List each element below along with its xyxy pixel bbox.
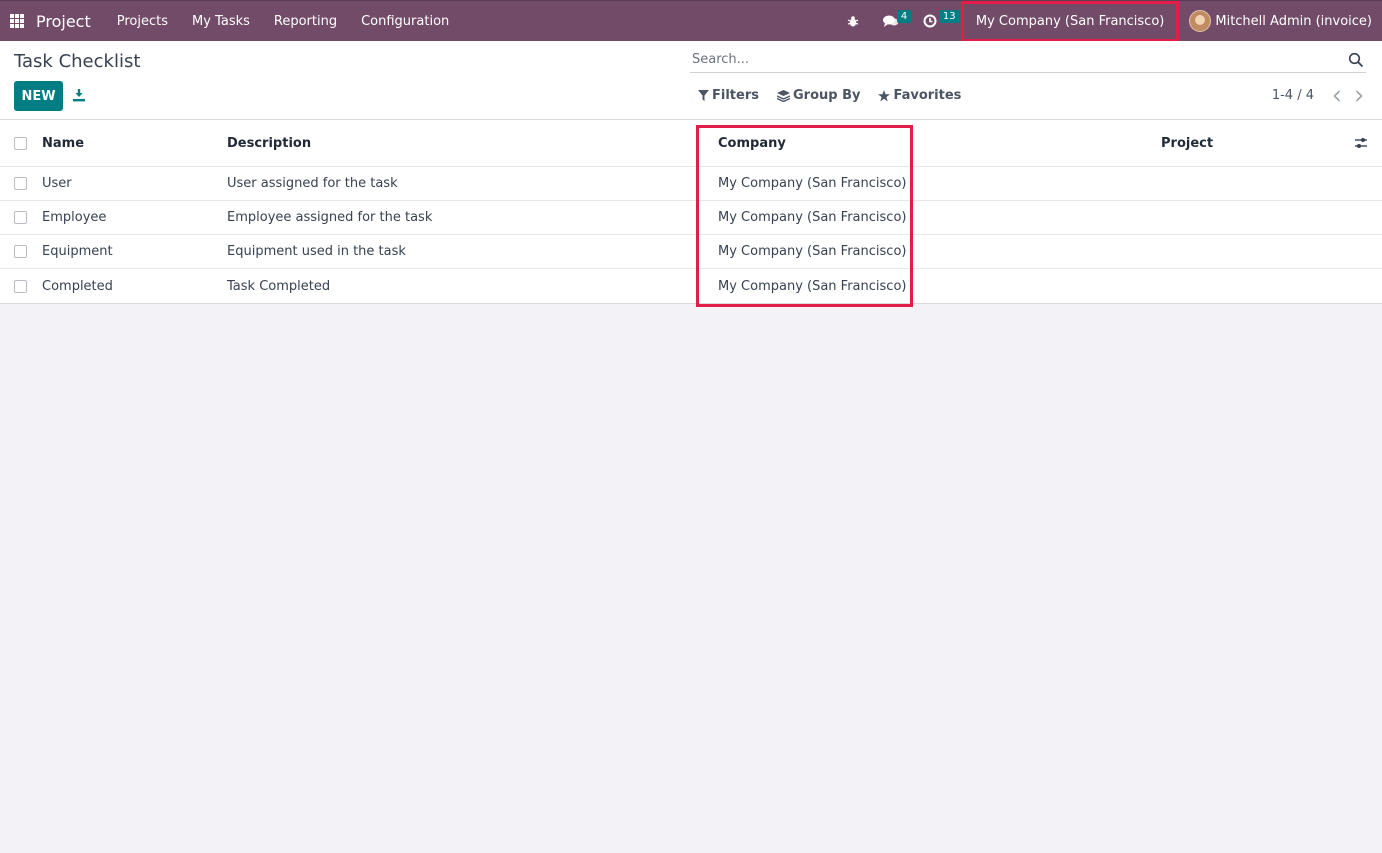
favorites-button[interactable]: Favorites [878,88,961,103]
search-options: Filters Group By Favorites [698,88,961,103]
page-title: Task Checklist [14,51,141,72]
table-header: Name Description Company Project [0,120,1382,167]
cell-description: Employee assigned for the task [227,210,433,225]
user-name: Mitchell Admin (invoice) [1215,13,1372,29]
filter-icon [698,90,709,101]
cell-description: Equipment used in the task [227,244,406,259]
pager: 1-4 / 4 [1272,88,1366,103]
row-checkbox[interactable] [14,245,27,258]
menu-configuration[interactable]: Configuration [349,14,461,29]
user-menu[interactable]: Mitchell Admin (invoice) [1183,10,1382,32]
favorites-label: Favorites [893,88,962,103]
debug-icon[interactable] [835,1,871,41]
download-icon[interactable] [72,88,88,104]
cell-company: My Company (San Francisco) [718,176,907,191]
list-view: Name Description Company Project User Us… [0,120,1382,304]
cell-name: Completed [42,278,113,294]
activities-icon[interactable]: 13 [911,1,960,41]
layers-icon [776,89,790,102]
cell-name: Employee [42,210,107,225]
app-brand[interactable]: Project [36,12,91,31]
avatar [1189,10,1212,32]
search-icon[interactable] [1348,52,1364,68]
optional-columns-icon[interactable] [1354,136,1368,150]
row-checkbox[interactable] [14,279,27,293]
cell-company: My Company (San Francisco) [718,244,907,259]
menu-my-tasks[interactable]: My Tasks [180,14,262,29]
messages-icon[interactable]: 4 [871,1,912,41]
chevron-right-icon[interactable] [1352,89,1366,103]
filters-button[interactable]: Filters [698,88,759,103]
chevron-left-icon[interactable] [1330,89,1344,103]
pager-value[interactable]: 1-4 / 4 [1272,88,1314,103]
row-checkbox[interactable] [14,211,27,224]
menu-reporting[interactable]: Reporting [262,14,349,29]
cell-name: Equipment [42,244,113,259]
cell-description: Task Completed [227,278,331,294]
groupby-button[interactable]: Group By [776,88,861,103]
menu-projects[interactable]: Projects [105,14,180,29]
cell-name: User [42,176,72,191]
column-header-company[interactable]: Company [718,136,786,151]
cell-company: My Company (San Francisco) [718,278,907,294]
cell-description: User assigned for the task [227,176,398,191]
messages-badge: 4 [896,10,912,23]
search-bar [690,47,1366,73]
control-panel: Task Checklist NEW Filters Group By Favo… [0,41,1382,120]
filters-label: Filters [712,88,759,103]
groupby-label: Group By [792,88,861,103]
table-row[interactable]: Employee Employee assigned for the task … [0,201,1382,235]
company-switcher[interactable]: My Company (San Francisco) [960,0,1180,42]
column-header-project[interactable]: Project [1161,136,1213,151]
column-header-description[interactable]: Description [227,136,311,151]
table-row[interactable]: Completed Task Completed My Company (San… [0,269,1382,303]
new-button[interactable]: NEW [14,81,63,111]
column-header-name[interactable]: Name [42,136,84,151]
cell-company: My Company (San Francisco) [718,210,907,225]
row-checkbox[interactable] [14,177,27,190]
table-row[interactable]: Equipment Equipment used in the task My … [0,235,1382,269]
apps-menu-icon[interactable] [10,14,24,28]
select-all-checkbox[interactable] [14,136,27,150]
star-icon [878,89,891,101]
top-navbar: Project Projects My Tasks Reporting Conf… [0,0,1382,42]
search-input[interactable] [690,52,1348,67]
table-row[interactable]: User User assigned for the task My Compa… [0,167,1382,201]
activities-badge: 13 [938,10,960,23]
